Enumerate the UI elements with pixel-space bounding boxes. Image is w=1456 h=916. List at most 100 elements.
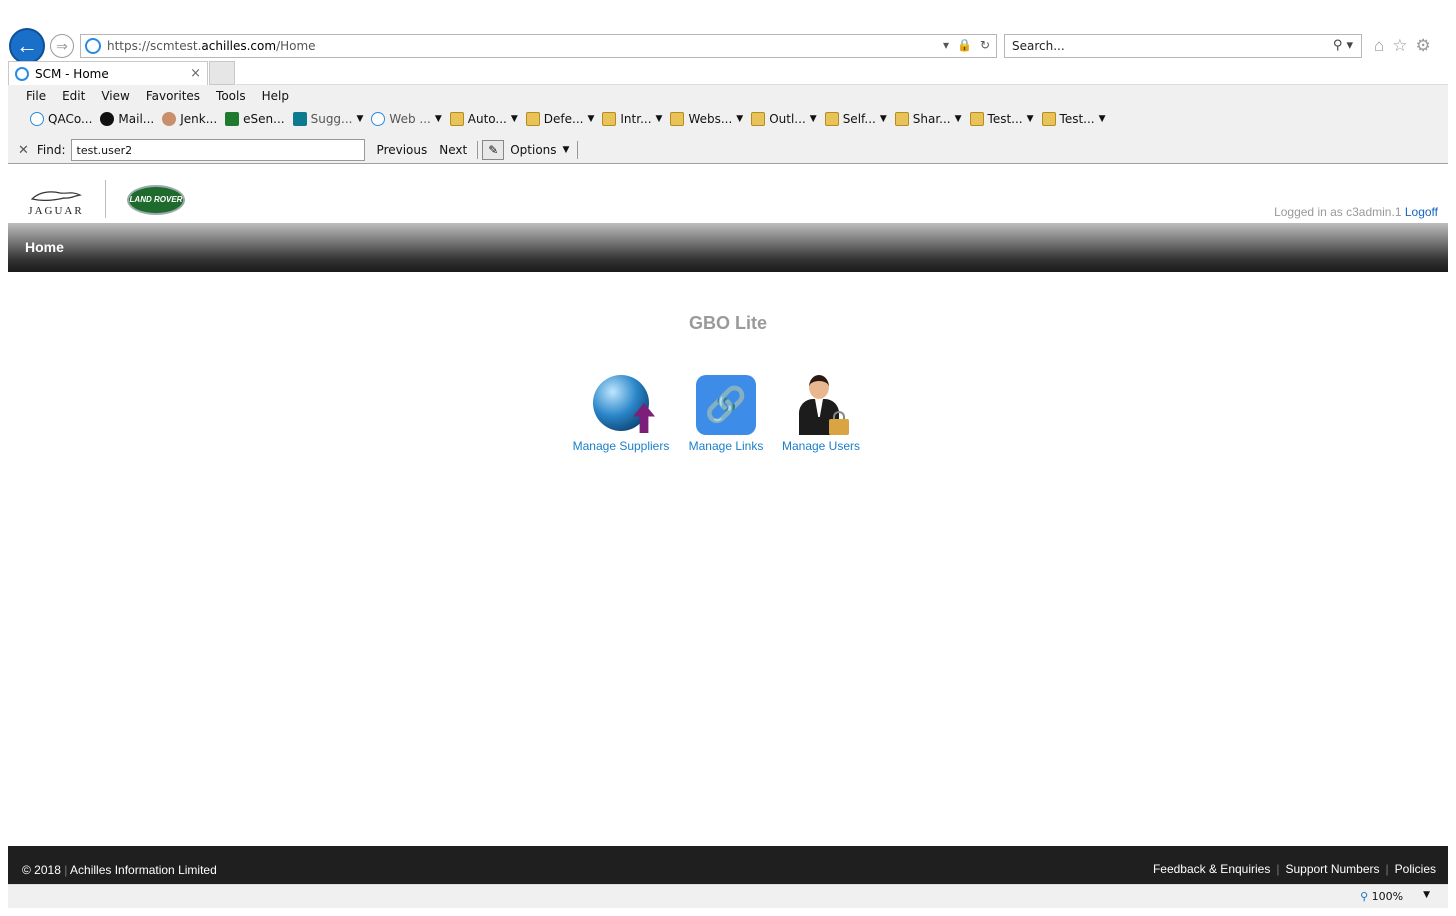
- favorite-label: Sugg...: [310, 112, 353, 126]
- footer-link-policies[interactable]: Policies: [1395, 862, 1436, 876]
- search-placeholder: Search...: [1012, 39, 1065, 53]
- nav-home[interactable]: Home: [25, 239, 64, 255]
- logoff-link[interactable]: Logoff: [1405, 205, 1438, 219]
- status-bar: ⚲ 100% ▼: [8, 884, 1448, 908]
- back-button[interactable]: ←: [9, 28, 45, 64]
- new-tab-button[interactable]: [209, 61, 235, 85]
- forward-button[interactable]: ⇒: [50, 34, 74, 58]
- site-header: JAGUAR LAND ROVER Logged in as c3admin.1…: [8, 165, 1448, 223]
- chevron-down-icon: ▼: [587, 114, 595, 124]
- lock-icon[interactable]: 🔒: [957, 38, 972, 52]
- favorite-label: Mail...: [118, 112, 155, 126]
- link-icon: 🔗: [696, 375, 756, 435]
- home-icon[interactable]: ⌂: [1374, 36, 1384, 56]
- folder-icon: [894, 112, 909, 126]
- chevron-down-icon: ▼: [736, 114, 744, 124]
- footer-link-feedback[interactable]: Feedback & Enquiries: [1153, 862, 1270, 876]
- favorite-folder[interactable]: Defe... ▼: [525, 112, 595, 126]
- footer-link-support[interactable]: Support Numbers: [1285, 862, 1379, 876]
- url-host: achilles.com: [201, 39, 277, 53]
- favorite-folder[interactable]: Shar... ▼: [894, 112, 962, 126]
- find-options-button[interactable]: Options: [510, 143, 556, 157]
- favorite-folder[interactable]: Auto... ▼: [449, 112, 518, 126]
- favorite-label: Jenk...: [180, 112, 218, 126]
- search-input[interactable]: Search... ⚲ ▾: [1004, 34, 1362, 58]
- address-dropdown-icon[interactable]: ▾: [943, 38, 949, 52]
- tile-manage-suppliers[interactable]: Manage Suppliers: [571, 375, 671, 453]
- find-input[interactable]: test.user2: [70, 139, 365, 161]
- ie-page-icon: [30, 112, 44, 126]
- favorite-folder[interactable]: Outl... ▼: [751, 112, 817, 126]
- favorite-item[interactable]: QACo...: [30, 112, 92, 126]
- find-separator: [477, 141, 479, 159]
- tile-manage-users[interactable]: Manage Users: [776, 375, 866, 453]
- folder-icon: [449, 112, 464, 126]
- folder-icon: [602, 112, 617, 126]
- close-find-icon[interactable]: ✕: [18, 143, 29, 158]
- menu-edit[interactable]: Edit: [62, 89, 85, 103]
- bing-icon: [292, 112, 307, 126]
- menu-bar: File Edit View Favorites Tools Help: [26, 89, 289, 103]
- logo-divider: [105, 180, 106, 218]
- favorite-item[interactable]: Sugg... ▼: [292, 112, 363, 126]
- chevron-down-icon[interactable]: ▼: [1423, 890, 1430, 903]
- favorite-folder[interactable]: Test... ▼: [969, 112, 1034, 126]
- chevron-down-icon: ▼: [1098, 114, 1106, 124]
- favorite-label: Test...: [1059, 112, 1095, 126]
- tab-title: SCM - Home: [35, 66, 109, 81]
- search-icon[interactable]: ⚲ ▾: [1333, 38, 1353, 53]
- address-bar[interactable]: https://scmtest. achilles.com/Home ▾ 🔒 ↻: [80, 34, 997, 58]
- land-rover-logo: LAND ROVER: [127, 185, 185, 215]
- ie-page-icon: [371, 112, 386, 126]
- company-name: Achilles Information Limited: [70, 863, 217, 877]
- toolbar-area: File Edit View Favorites Tools Help QACo…: [8, 85, 1448, 164]
- chevron-down-icon: ▼: [655, 114, 663, 124]
- copyright-text: © 2018: [22, 863, 61, 877]
- refresh-icon[interactable]: ↻: [980, 38, 990, 52]
- find-next-button[interactable]: Next: [439, 143, 467, 157]
- zoom-control[interactable]: ⚲ 100% ▼: [1360, 890, 1430, 903]
- favorite-label: Intr...: [620, 112, 652, 126]
- back-arrow-icon: ←: [16, 33, 38, 58]
- favorite-item[interactable]: Mail...: [100, 112, 154, 126]
- folder-icon: [670, 112, 685, 126]
- tab-scm-home[interactable]: SCM - Home ×: [8, 61, 208, 85]
- favorite-item[interactable]: eSen...: [225, 112, 285, 126]
- footer-links: Feedback & Enquiries | Support Numbers |…: [1152, 862, 1436, 876]
- menu-favorites[interactable]: Favorites: [146, 89, 200, 103]
- favorite-folder[interactable]: Webs... ▼: [670, 112, 743, 126]
- tile-label[interactable]: Manage Suppliers: [571, 439, 671, 453]
- find-label: Find:: [36, 143, 66, 157]
- folder-icon: [969, 112, 984, 126]
- menu-view[interactable]: View: [101, 89, 129, 103]
- chevron-down-icon: ▼: [510, 114, 518, 124]
- tile-manage-links[interactable]: 🔗 Manage Links: [681, 375, 771, 453]
- menu-help[interactable]: Help: [262, 89, 289, 103]
- tile-label[interactable]: Manage Links: [681, 439, 771, 453]
- favorite-folder[interactable]: Self... ▼: [824, 112, 887, 126]
- jaguar-leaper-icon: [30, 191, 82, 201]
- favorite-folder[interactable]: Intr... ▼: [602, 112, 662, 126]
- find-previous-button[interactable]: Previous: [377, 143, 428, 157]
- favorite-label: eSen...: [243, 112, 285, 126]
- close-icon[interactable]: ×: [190, 66, 201, 81]
- favorites-star-icon[interactable]: ☆: [1392, 36, 1407, 56]
- favorite-item[interactable]: Jenk...: [162, 112, 217, 126]
- url-subdomain: scmtest.: [150, 39, 202, 53]
- favorite-item[interactable]: Web ... ▼: [371, 112, 442, 126]
- github-icon: [100, 112, 115, 126]
- chevron-down-icon: ▼: [1026, 114, 1034, 124]
- gear-icon[interactable]: ⚙: [1416, 36, 1431, 56]
- menu-file[interactable]: File: [26, 89, 46, 103]
- chevron-down-icon: ▼: [879, 114, 887, 124]
- favorites-bar: QACo... Mail... Jenk... eSen... Sugg... ▼…: [22, 112, 1106, 126]
- favorite-folder[interactable]: Test... ▼: [1041, 112, 1106, 126]
- ie-page-icon: [85, 38, 101, 54]
- logged-in-text: Logged in as c3admin.1: [1274, 205, 1402, 219]
- folder-icon: [1041, 112, 1056, 126]
- tile-label[interactable]: Manage Users: [776, 439, 866, 453]
- menu-tools[interactable]: Tools: [216, 89, 246, 103]
- footer-copyright: © 2018 | Achilles Information Limited: [22, 863, 217, 877]
- highlight-pen-icon[interactable]: ✎: [482, 140, 505, 160]
- chevron-down-icon: ▼: [809, 114, 817, 124]
